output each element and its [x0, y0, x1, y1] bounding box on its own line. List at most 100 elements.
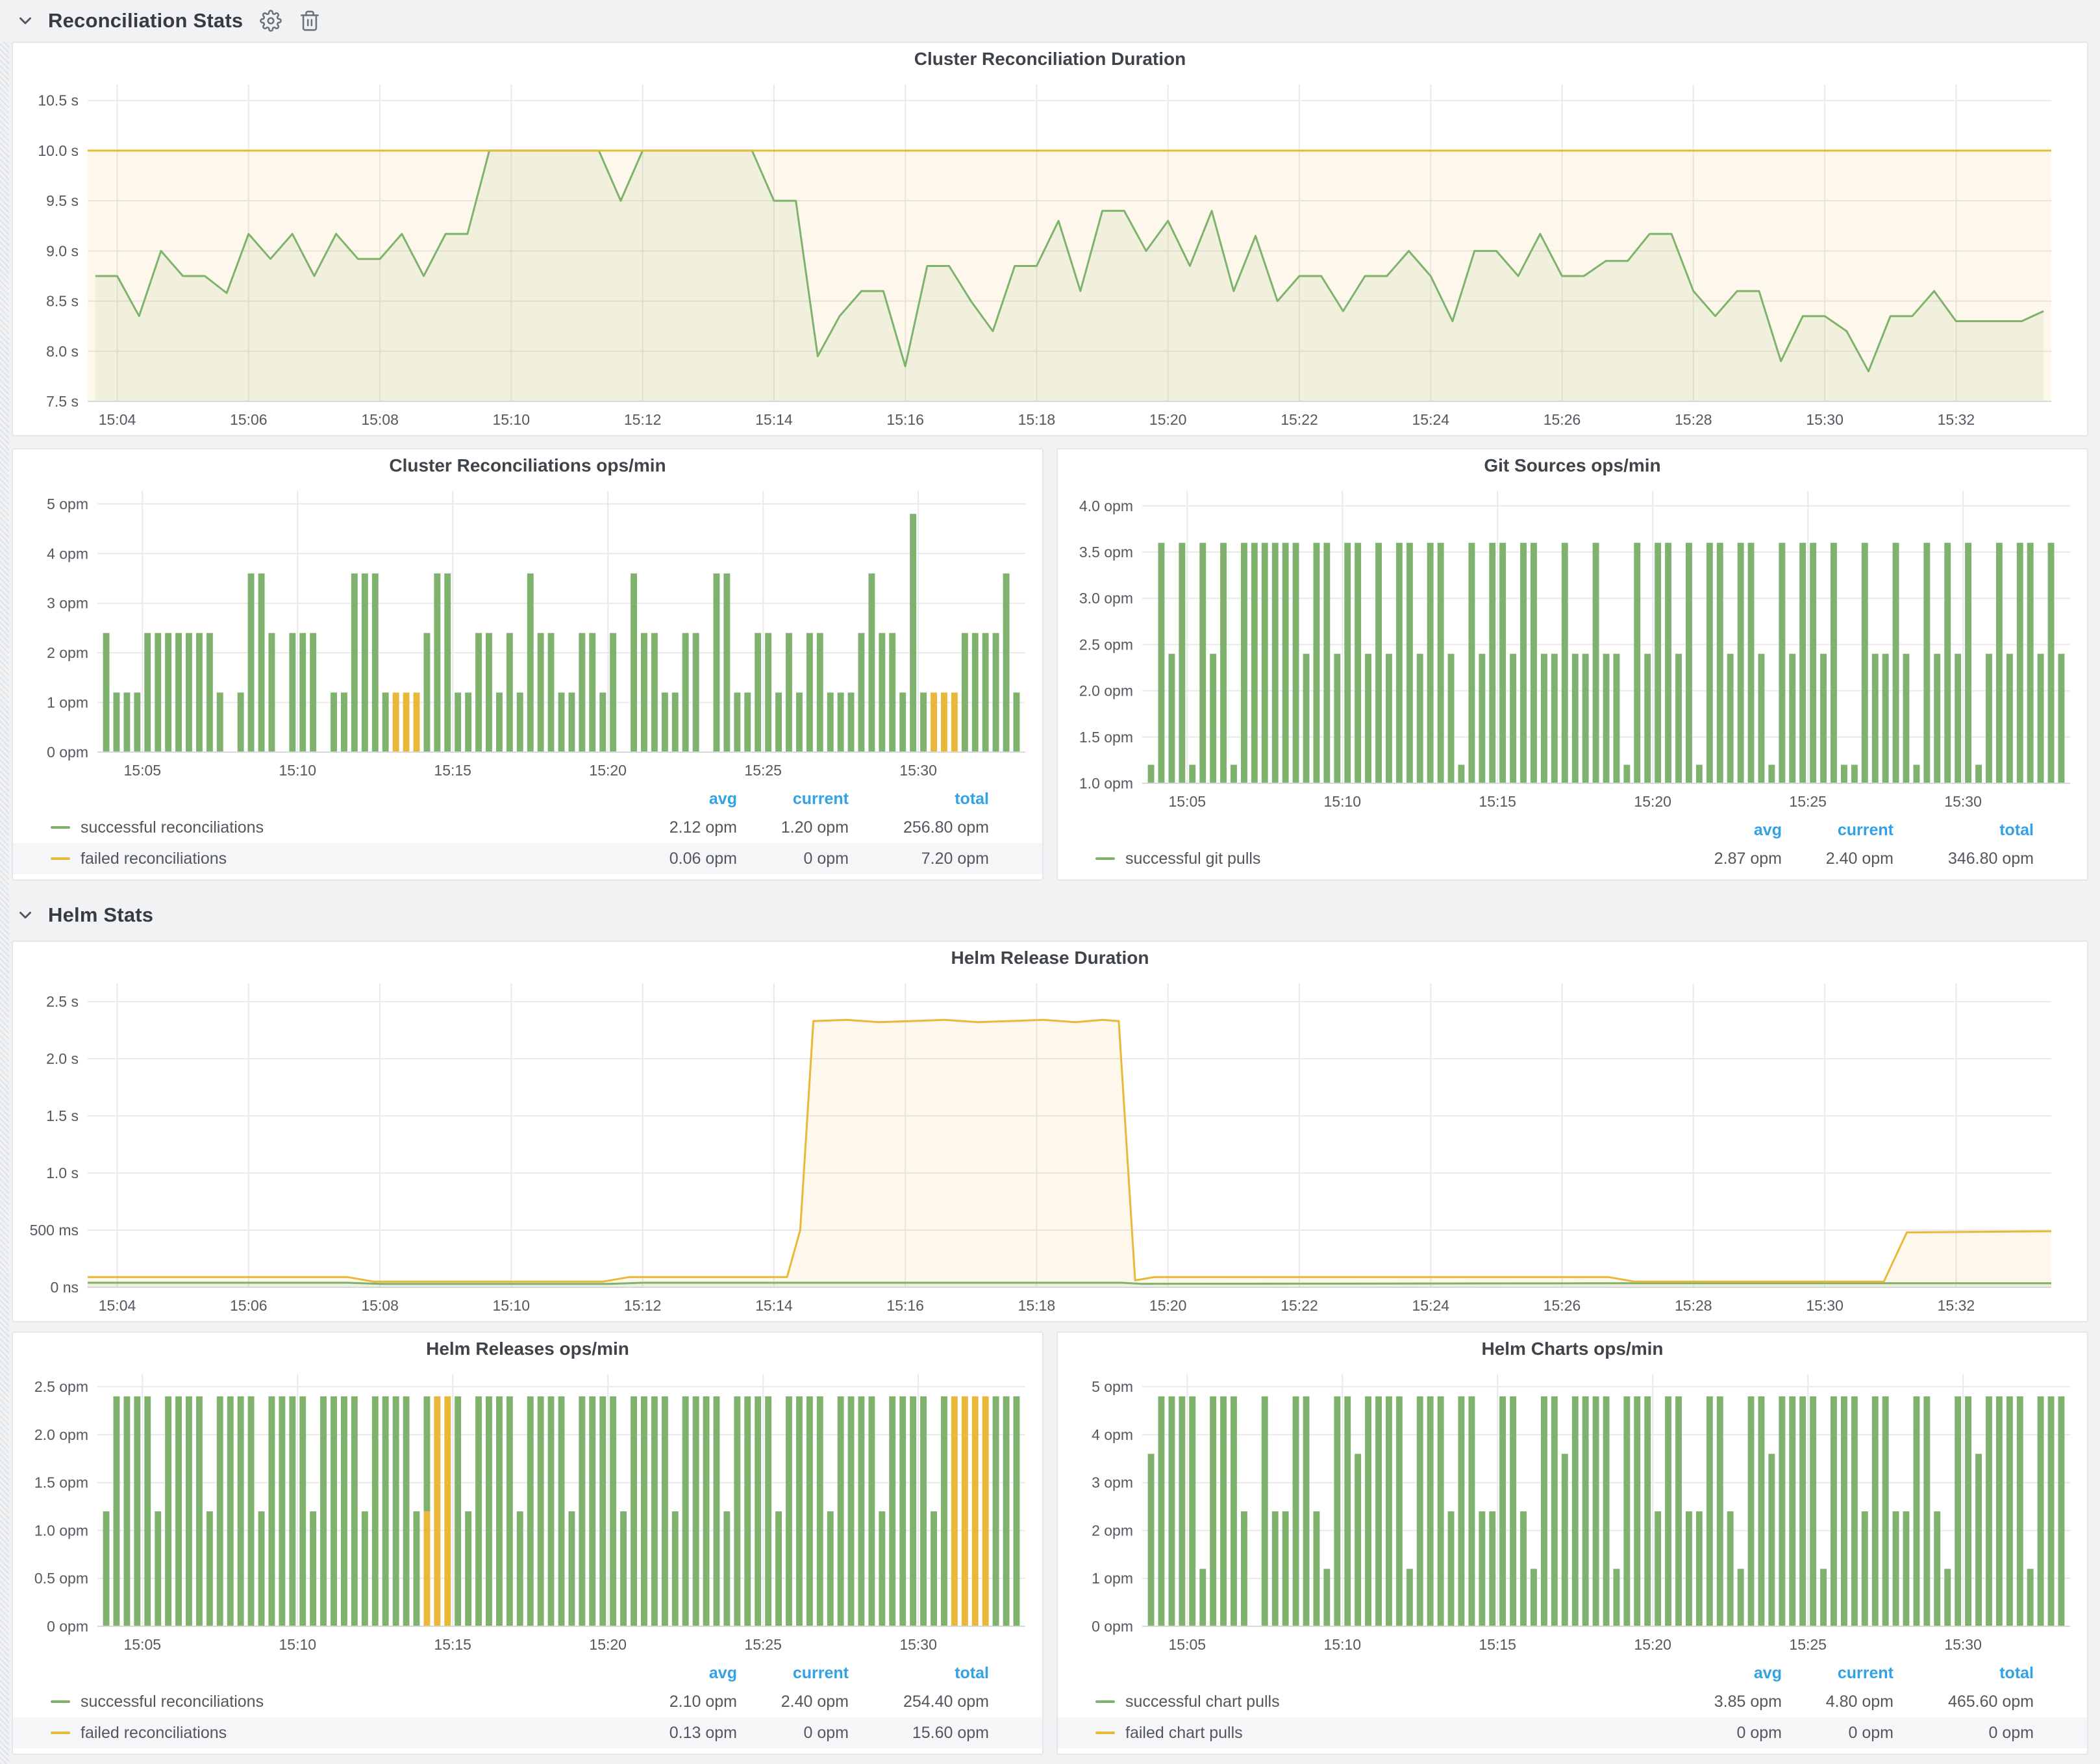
svg-text:5 opm: 5 opm: [1092, 1378, 1133, 1395]
svg-text:15:04: 15:04: [99, 411, 136, 428]
svg-text:2 opm: 2 opm: [1092, 1522, 1133, 1539]
legend-series-label[interactable]: successful chart pulls: [1125, 1693, 1670, 1711]
svg-text:15:26: 15:26: [1544, 411, 1581, 428]
section-title[interactable]: Reconciliation Stats: [48, 9, 243, 32]
legend-series-label[interactable]: successful git pulls: [1125, 850, 1670, 868]
svg-text:15:30: 15:30: [899, 1636, 937, 1653]
cluster-reconciliation-duration-chart[interactable]: 15:0415:0615:0815:1015:1215:1415:1615:18…: [13, 75, 2087, 435]
svg-text:15:20: 15:20: [1149, 411, 1187, 428]
panel-title[interactable]: Helm Release Duration: [13, 942, 2087, 974]
legend-row: failed reconciliations0.06 opm0 opm7.20 …: [13, 843, 1042, 874]
legend-value: 0 opm: [737, 850, 849, 868]
legend-col-total[interactable]: total: [849, 790, 989, 809]
svg-text:15:10: 15:10: [1324, 1636, 1362, 1653]
svg-text:2.5 s: 2.5 s: [46, 993, 79, 1010]
svg-text:15:08: 15:08: [361, 1297, 399, 1314]
chevron-down-icon[interactable]: [16, 11, 35, 31]
legend-series-label[interactable]: failed chart pulls: [1125, 1724, 1670, 1743]
legend-header: avgcurrenttotal: [1058, 817, 2087, 843]
svg-text:15:15: 15:15: [1479, 793, 1516, 810]
git-sources-chart[interactable]: 15:0515:1015:1515:2015:2515:301.0 opm1.5…: [1058, 482, 2087, 817]
chevron-down-icon[interactable]: [16, 905, 35, 925]
svg-text:1.0 opm: 1.0 opm: [1079, 775, 1133, 792]
legend-row: failed chart pulls0 opm0 opm0 opm: [1058, 1717, 2087, 1748]
legend-value: 15.60 opm: [849, 1724, 989, 1743]
legend-row: successful chart pulls3.85 opm4.80 opm46…: [1058, 1686, 2087, 1717]
legend-series-label[interactable]: successful reconciliations: [81, 1693, 625, 1711]
panel-title[interactable]: Git Sources ops/min: [1058, 449, 2087, 482]
panel-title[interactable]: Helm Releases ops/min: [13, 1333, 1042, 1365]
legend-value: 2.87 opm: [1670, 850, 1782, 868]
legend-col-current[interactable]: current: [737, 790, 849, 809]
legend-header: avgcurrenttotal: [13, 1660, 1042, 1686]
svg-text:15:05: 15:05: [124, 1636, 162, 1653]
svg-text:1.5 opm: 1.5 opm: [1079, 729, 1133, 746]
legend-value: 346.80 opm: [1894, 850, 2034, 868]
legend-col-total[interactable]: total: [1894, 1664, 2034, 1683]
svg-text:15:28: 15:28: [1675, 1297, 1712, 1314]
cluster-reconciliations-chart[interactable]: 15:0515:1015:1515:2015:2515:300 opm1 opm…: [13, 482, 1042, 786]
chart-svg: 15:0515:1015:1515:2015:2515:300 opm0.5 o…: [13, 1365, 1042, 1660]
chart-svg: 15:0515:1015:1515:2015:2515:300 opm1 opm…: [1058, 1365, 2087, 1660]
svg-text:9.5 s: 9.5 s: [46, 192, 79, 209]
svg-text:3.0 opm: 3.0 opm: [1079, 590, 1133, 607]
series-color-dash: [51, 1732, 70, 1734]
legend-col-avg[interactable]: avg: [1670, 821, 1782, 840]
svg-text:1.5 opm: 1.5 opm: [34, 1474, 88, 1491]
svg-text:15:20: 15:20: [1634, 1636, 1671, 1653]
svg-text:4 opm: 4 opm: [47, 545, 88, 562]
svg-text:4.0 opm: 4.0 opm: [1079, 498, 1133, 514]
svg-text:15:30: 15:30: [1944, 793, 1982, 810]
svg-text:15:15: 15:15: [1479, 1636, 1516, 1653]
helm-releases-chart[interactable]: 15:0515:1015:1515:2015:2515:300 opm0.5 o…: [13, 1365, 1042, 1660]
svg-text:15:30: 15:30: [1944, 1636, 1982, 1653]
legend-table: avgcurrenttotal successful reconciliation…: [13, 786, 1042, 879]
svg-text:1 opm: 1 opm: [47, 694, 88, 711]
legend-col-current[interactable]: current: [1782, 1664, 1894, 1683]
legend-series-label[interactable]: successful reconciliations: [81, 818, 625, 837]
svg-text:15:20: 15:20: [589, 762, 627, 779]
legend-col-avg[interactable]: avg: [625, 1664, 737, 1683]
panel-title[interactable]: Cluster Reconciliation Duration: [13, 43, 2087, 75]
legend-value: 0 opm: [737, 1724, 849, 1743]
legend-col-avg[interactable]: avg: [625, 790, 737, 809]
legend-col-total[interactable]: total: [849, 1664, 989, 1683]
legend-value: 4.80 opm: [1782, 1693, 1894, 1711]
panel-cluster-reconciliation-duration: Cluster Reconciliation Duration 15:0415:…: [12, 42, 2088, 436]
section-title[interactable]: Helm Stats: [48, 903, 153, 927]
svg-text:0 ns: 0 ns: [51, 1279, 79, 1296]
panel-cluster-reconciliations-opm: Cluster Reconciliations ops/min 15:0515:…: [12, 448, 1044, 881]
gear-icon[interactable]: [260, 10, 282, 32]
svg-text:15:30: 15:30: [1806, 1297, 1844, 1314]
helm-release-duration-chart[interactable]: 15:0415:0615:0815:1015:1215:1415:1615:18…: [13, 974, 2087, 1321]
svg-text:7.5 s: 7.5 s: [46, 393, 79, 410]
svg-text:15:10: 15:10: [493, 1297, 531, 1314]
legend-col-current[interactable]: current: [1782, 821, 1894, 840]
legend-col-current[interactable]: current: [737, 1664, 849, 1683]
svg-text:15:22: 15:22: [1281, 1297, 1318, 1314]
panel-title[interactable]: Helm Charts ops/min: [1058, 1333, 2087, 1365]
svg-text:8.5 s: 8.5 s: [46, 293, 79, 310]
chart-svg: 15:0415:0615:0815:1015:1215:1415:1615:18…: [13, 974, 2087, 1321]
svg-text:15:05: 15:05: [1169, 1636, 1206, 1653]
svg-text:0 opm: 0 opm: [1092, 1618, 1133, 1635]
legend-col-total[interactable]: total: [1894, 821, 2034, 840]
svg-text:15:16: 15:16: [886, 1297, 924, 1314]
svg-text:15:12: 15:12: [624, 411, 662, 428]
trash-icon[interactable]: [299, 10, 321, 32]
svg-text:15:06: 15:06: [230, 1297, 268, 1314]
row-header-helm-stats: Helm Stats: [0, 881, 2100, 940]
helm-charts-chart[interactable]: 15:0515:1015:1515:2015:2515:300 opm1 opm…: [1058, 1365, 2087, 1660]
svg-text:4 opm: 4 opm: [1092, 1426, 1133, 1443]
legend-col-avg[interactable]: avg: [1670, 1664, 1782, 1683]
svg-text:15:25: 15:25: [744, 762, 782, 779]
legend-series-label[interactable]: failed reconciliations: [81, 850, 625, 868]
panel-helm-release-duration: Helm Release Duration 15:0415:0615:0815:…: [12, 940, 2088, 1322]
svg-text:5 opm: 5 opm: [47, 496, 88, 512]
legend-series-label[interactable]: failed reconciliations: [81, 1724, 625, 1743]
svg-text:15:28: 15:28: [1675, 411, 1712, 428]
panel-title[interactable]: Cluster Reconciliations ops/min: [13, 449, 1042, 482]
svg-text:500 ms: 500 ms: [30, 1222, 79, 1239]
svg-text:1.0 s: 1.0 s: [46, 1165, 79, 1181]
svg-text:3.5 opm: 3.5 opm: [1079, 544, 1133, 561]
